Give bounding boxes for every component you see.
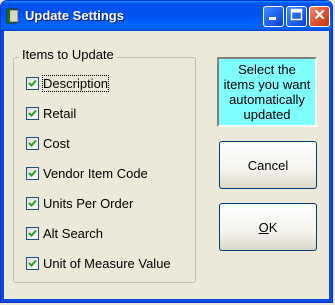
checkbox-box[interactable] (26, 76, 39, 90)
ok-mnemonic: O (258, 219, 269, 235)
checkbox-box[interactable] (26, 196, 39, 210)
checkbox-box[interactable] (26, 226, 39, 240)
update-settings-window: Update Settings Items to Update Descript… (0, 0, 333, 303)
info-message-text: Select the items you want automatically … (223, 62, 311, 122)
checkbox-label: Unit of Measure Value (43, 255, 171, 271)
close-button[interactable] (309, 6, 330, 27)
maximize-icon (290, 8, 303, 26)
checkbox-label: Vendor Item Code (43, 165, 148, 181)
checkbox-unit-of-measure-value[interactable]: Unit of Measure Value (26, 254, 171, 272)
ok-button-label: OK (259, 220, 278, 235)
close-icon (313, 8, 326, 26)
checkmark-icon (28, 169, 37, 177)
checkbox-units-per-order[interactable]: Units Per Order (26, 194, 133, 212)
ok-button[interactable]: OK (219, 203, 317, 251)
checkbox-vendor-item-code[interactable]: Vendor Item Code (26, 164, 148, 182)
window-title: Update Settings (25, 8, 124, 23)
checkmark-icon (28, 109, 37, 117)
checkbox-cost[interactable]: Cost (26, 134, 70, 152)
checkbox-box[interactable] (26, 256, 39, 270)
checkbox-label: Alt Search (43, 225, 103, 241)
group-label: Items to Update (19, 47, 117, 62)
minimize-icon (267, 8, 280, 26)
checkmark-icon (28, 199, 37, 207)
window-border-left (1, 31, 4, 302)
checkbox-retail[interactable]: Retail (26, 104, 76, 122)
title-bar[interactable]: Update Settings (1, 1, 332, 31)
book-icon (6, 8, 20, 24)
checkbox-box[interactable] (26, 106, 39, 120)
checkbox-label: Cost (43, 135, 70, 151)
minimize-button[interactable] (263, 6, 284, 27)
checkmark-icon (28, 139, 37, 147)
checkbox-alt-search[interactable]: Alt Search (26, 224, 103, 242)
checkbox-description[interactable]: Description (26, 74, 110, 92)
cancel-button[interactable]: Cancel (219, 141, 317, 189)
window-border-bottom (1, 299, 332, 302)
checkmark-icon (28, 229, 37, 237)
checkbox-label: Retail (43, 105, 77, 121)
checkbox-box[interactable] (26, 166, 39, 180)
checkbox-label: Description (41, 74, 110, 92)
ok-label-rest: K (268, 219, 278, 235)
maximize-button[interactable] (286, 6, 307, 27)
cancel-button-label: Cancel (247, 157, 289, 173)
info-message-box: Select the items you want automatically … (217, 57, 317, 127)
checkbox-label: Units Per Order (43, 195, 134, 211)
checkbox-box[interactable] (26, 136, 39, 150)
window-border-right (329, 31, 332, 302)
checkmark-icon (28, 79, 37, 87)
checkmark-icon (28, 259, 37, 267)
